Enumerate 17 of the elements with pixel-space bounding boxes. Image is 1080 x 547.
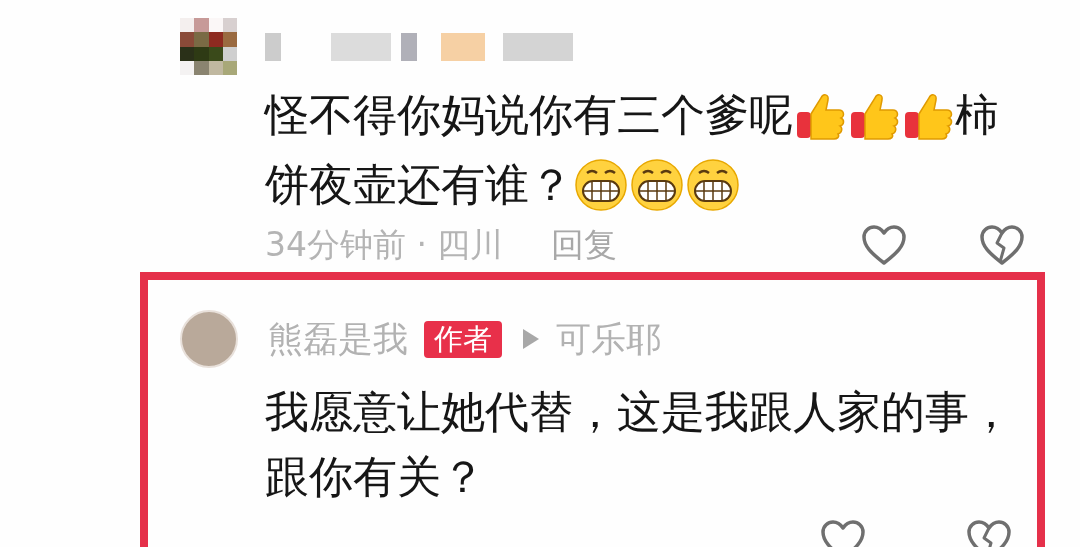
heart-icon[interactable] <box>861 224 907 266</box>
comment-text: 怪不得你妈说你有三个爹呢 <box>265 88 793 142</box>
grinning-face-icon <box>629 157 685 213</box>
comment-text: 柿 <box>955 88 999 142</box>
reply-button[interactable]: 回复 <box>551 220 618 270</box>
photo-placeholder <box>180 18 237 75</box>
comment-text: 饼夜壶还有谁？ <box>265 158 573 212</box>
author-badge: 作者 <box>424 320 502 358</box>
grinning-face-icon <box>573 157 629 213</box>
author-name: 熊磊是我 <box>268 317 408 361</box>
avatar-photo-placeholder <box>180 310 238 368</box>
broken-heart-icon[interactable] <box>979 224 1025 266</box>
reply-to-name: 可乐耶 <box>556 317 661 361</box>
play-arrow-icon <box>522 328 540 350</box>
comment-time-location: 34分钟前 · 四川 <box>265 224 504 267</box>
reply-text: 我愿意让她代替，这是我跟人家的事，跟你有关？ <box>265 385 1014 504</box>
grinning-face-icon <box>685 157 741 213</box>
